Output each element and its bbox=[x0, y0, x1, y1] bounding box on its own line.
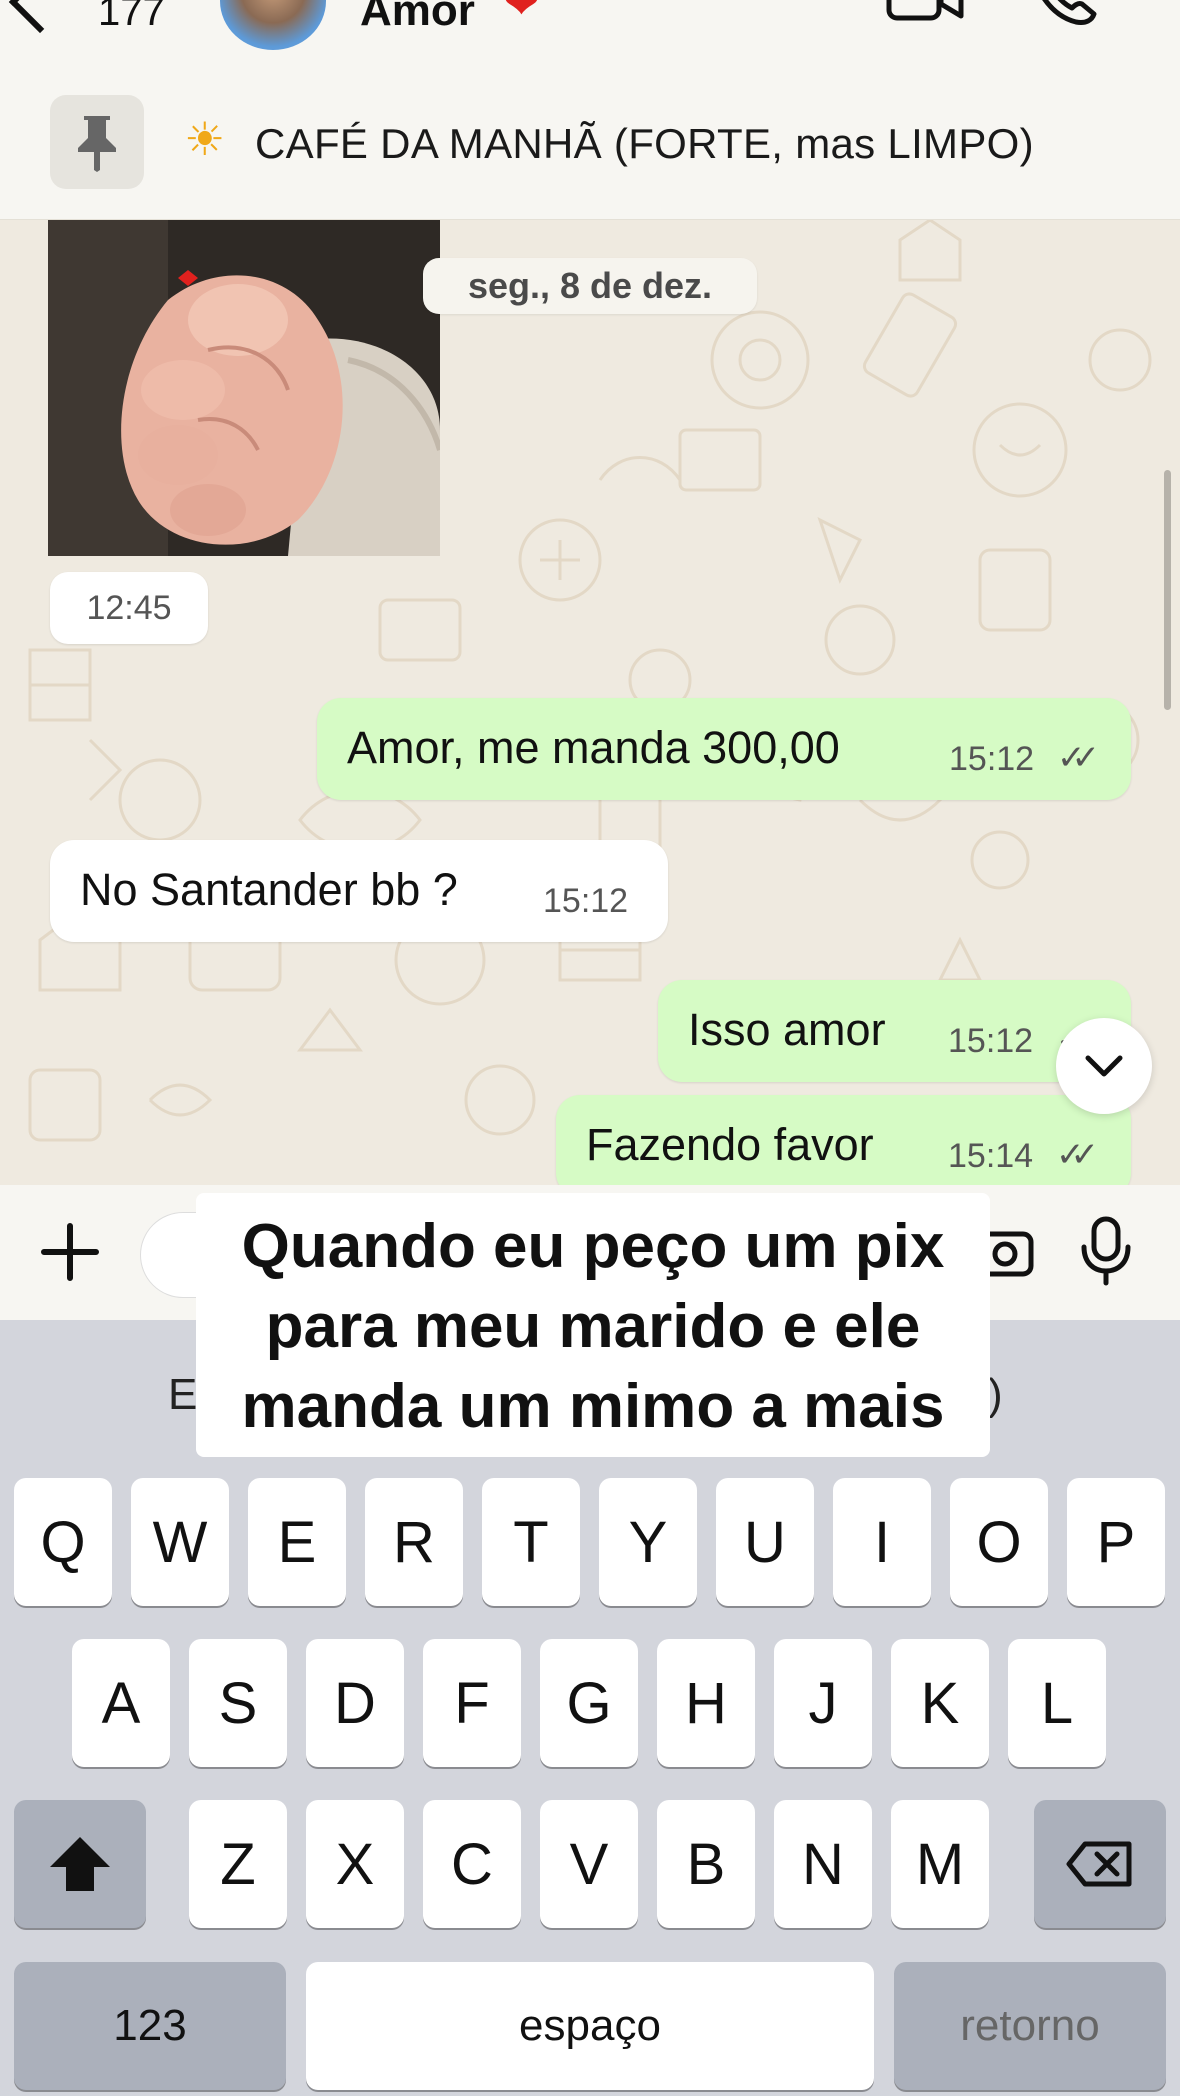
key-v[interactable]: V bbox=[540, 1800, 638, 1928]
key-e[interactable]: E bbox=[248, 1478, 346, 1606]
video-call-icon[interactable] bbox=[885, 0, 965, 24]
key-u[interactable]: U bbox=[716, 1478, 814, 1606]
key-p[interactable]: P bbox=[1067, 1478, 1165, 1606]
key-k[interactable]: K bbox=[891, 1639, 989, 1767]
key-r[interactable]: R bbox=[365, 1478, 463, 1606]
photo-timestamp: 12:45 bbox=[50, 572, 208, 644]
message-time: 15:12 bbox=[948, 1022, 1034, 1060]
message-bubble-incoming[interactable]: No Santander bb ? 15:12 bbox=[50, 840, 668, 942]
unread-count[interactable]: 177 bbox=[98, 0, 165, 35]
phone-call-icon[interactable] bbox=[1030, 0, 1100, 26]
backspace-icon bbox=[1066, 1841, 1132, 1887]
message-bubble-outgoing[interactable]: Fazendo favor 15:14 ✓✓ bbox=[556, 1095, 1131, 1185]
date-separator: seg., 8 de dez. bbox=[423, 258, 757, 314]
key-q[interactable]: Q bbox=[14, 1478, 112, 1606]
baby-hand-photo[interactable] bbox=[48, 220, 440, 556]
message-bubble-outgoing[interactable]: Amor, me manda 300,00 15:12 ✓✓ bbox=[317, 698, 1131, 800]
shift-key[interactable] bbox=[14, 1800, 146, 1928]
key-j[interactable]: J bbox=[774, 1639, 872, 1767]
double-check-icon: ✓✓ bbox=[1057, 739, 1100, 777]
numbers-key[interactable]: 123 bbox=[14, 1962, 286, 2090]
shift-arrow-icon bbox=[50, 1837, 110, 1891]
key-l[interactable]: L bbox=[1008, 1639, 1106, 1767]
key-t[interactable]: T bbox=[482, 1478, 580, 1606]
double-check-icon: ✓✓ bbox=[1056, 1136, 1099, 1174]
pin-button[interactable] bbox=[50, 95, 144, 189]
message-time: 15:12 bbox=[543, 882, 629, 920]
space-key[interactable]: espaço bbox=[306, 1962, 874, 2090]
caption-line: manda um mimo a mais bbox=[241, 1372, 945, 1441]
message-text: No Santander bb ? bbox=[80, 864, 458, 915]
caption-line: Quando eu peço um pix bbox=[241, 1212, 945, 1281]
message-text: Isso amor bbox=[688, 1004, 886, 1055]
heart-emoji: ❤ bbox=[503, 0, 540, 28]
pin-icon bbox=[78, 116, 116, 172]
message-text: Fazendo favor bbox=[586, 1119, 874, 1170]
message-time: 15:12 bbox=[949, 740, 1035, 778]
suggestion-left[interactable]: E bbox=[168, 1370, 197, 1420]
chat-area[interactable]: seg., 8 de dez. 12:45 Amor, me manda 300… bbox=[0, 220, 1180, 1185]
backspace-key[interactable] bbox=[1034, 1800, 1166, 1928]
key-a[interactable]: A bbox=[72, 1639, 170, 1767]
key-c[interactable]: C bbox=[423, 1800, 521, 1928]
key-x[interactable]: X bbox=[306, 1800, 404, 1928]
chat-header: 177 Amor ❤ bbox=[0, 0, 1180, 62]
message-text: Amor, me manda 300,00 bbox=[347, 722, 840, 773]
avatar[interactable] bbox=[220, 0, 326, 50]
key-f[interactable]: F bbox=[423, 1639, 521, 1767]
plus-icon[interactable] bbox=[40, 1222, 100, 1282]
chat-scrollbar[interactable] bbox=[1164, 470, 1171, 710]
message-time: 15:14 bbox=[948, 1137, 1034, 1175]
caption-overlay: Quando eu peço um pix para meu marido e … bbox=[196, 1193, 990, 1457]
key-o[interactable]: O bbox=[950, 1478, 1048, 1606]
key-y[interactable]: Y bbox=[599, 1478, 697, 1606]
key-z[interactable]: Z bbox=[189, 1800, 287, 1928]
contact-name[interactable]: Amor bbox=[360, 0, 475, 36]
key-g[interactable]: G bbox=[540, 1639, 638, 1767]
microphone-icon[interactable] bbox=[1078, 1215, 1134, 1287]
key-m[interactable]: M bbox=[891, 1800, 989, 1928]
key-d[interactable]: D bbox=[306, 1639, 404, 1767]
pinned-message-text[interactable]: CAFÉ DA MANHÃ (FORTE, mas LIMPO) bbox=[255, 120, 1034, 168]
key-i[interactable]: I bbox=[833, 1478, 931, 1606]
suggestion-right[interactable]: ) bbox=[988, 1370, 1003, 1420]
pinned-message-bar[interactable]: ☀ CAFÉ DA MANHÃ (FORTE, mas LIMPO) bbox=[0, 62, 1180, 220]
scroll-to-bottom-button[interactable] bbox=[1056, 1018, 1152, 1114]
key-b[interactable]: B bbox=[657, 1800, 755, 1928]
caption-line: para meu marido e ele bbox=[265, 1292, 921, 1361]
back-icon[interactable] bbox=[8, 0, 72, 34]
chevron-down-icon bbox=[1085, 1055, 1123, 1077]
key-s[interactable]: S bbox=[189, 1639, 287, 1767]
return-key[interactable]: retorno bbox=[894, 1962, 1166, 2090]
sun-emoji: ☀ bbox=[184, 113, 226, 165]
key-n[interactable]: N bbox=[774, 1800, 872, 1928]
key-h[interactable]: H bbox=[657, 1639, 755, 1767]
key-w[interactable]: W bbox=[131, 1478, 229, 1606]
